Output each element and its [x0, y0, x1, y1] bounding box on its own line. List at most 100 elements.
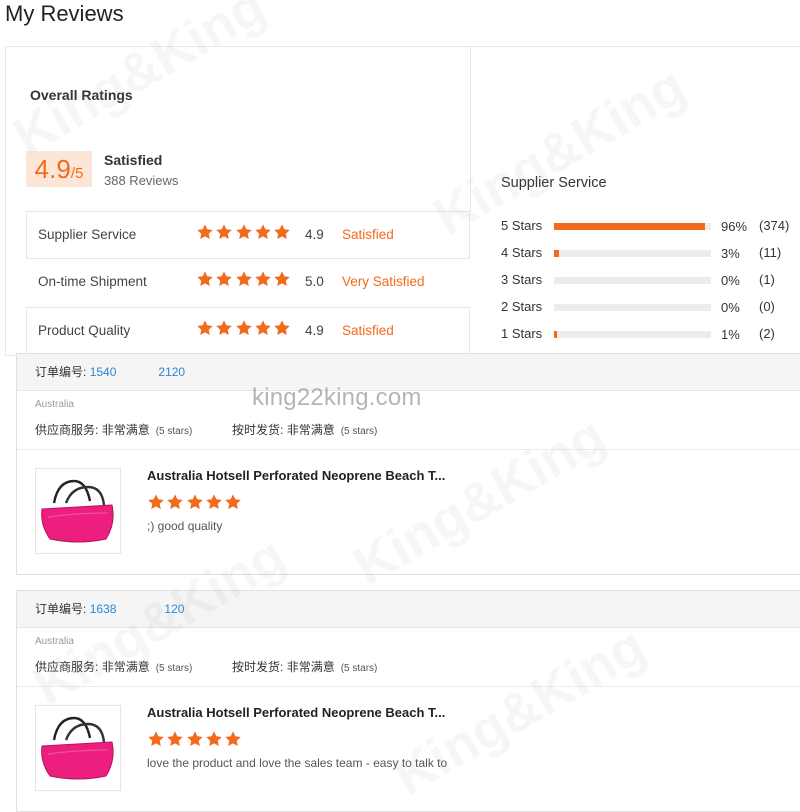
star-icon — [186, 730, 204, 748]
order-meta: Australia 供应商服务: 非常满意 (5 stars) 按时发货: 非常满… — [17, 628, 800, 687]
service-stars: (5 stars) — [155, 426, 193, 437]
buyer-country: Australia — [35, 399, 74, 410]
buyer-country: Australia — [35, 636, 74, 647]
distribution-label: 3 Stars — [501, 272, 543, 287]
overall-score-denominator: /5 — [70, 165, 84, 182]
distribution-percent: 0% — [721, 273, 740, 288]
distribution-row-2-stars: 2 Stars 0% (0) — [501, 298, 800, 325]
distribution-row-3-stars: 3 Stars 0% (1) — [501, 271, 800, 298]
star-icon — [224, 730, 242, 748]
distribution-row-1-stars: 1 Stars 1% (2) — [501, 325, 800, 352]
distribution-percent: 1% — [721, 327, 740, 342]
page-title: My Reviews — [5, 1, 124, 26]
star-icon — [235, 223, 253, 241]
star-icon — [166, 493, 184, 511]
neoprene-bag-image — [41, 716, 114, 780]
rating-value: 4.9 — [305, 227, 324, 242]
order-number-link[interactable]: 1540 2120 — [90, 365, 185, 379]
star-rating — [196, 319, 292, 337]
ship-label: 按时发货: — [232, 423, 284, 437]
distribution-row-4-stars: 4 Stars 3% (11) — [501, 244, 800, 271]
ship-value: 非常满意 — [286, 423, 335, 437]
distribution-count: (374) — [759, 218, 790, 233]
star-icon — [224, 493, 242, 511]
star-icon — [205, 493, 223, 511]
order-number-end: 2120 — [158, 365, 186, 379]
star-icon — [235, 319, 253, 337]
site-watermark: king22king.com — [252, 384, 422, 411]
distribution-label: 1 Stars — [501, 326, 543, 341]
rating-row-supplier-service[interactable]: Supplier Service 4.9 Satisfied — [26, 211, 470, 259]
distribution-bar — [554, 331, 711, 338]
overall-ratings-panel: Overall Ratings 4.9/5 Satisfied 388 Revi… — [5, 46, 800, 356]
rating-label: Supplier Service — [38, 227, 137, 242]
product-title-link[interactable]: Australia Hotsell Perforated Neoprene Be… — [147, 705, 445, 720]
supplier-service-rating: 供应商服务: 非常满意 (5 stars) — [35, 421, 192, 438]
review-count: 388 Reviews — [104, 173, 179, 188]
ship-stars: (5 stars) — [340, 663, 378, 674]
overall-score-badge: 4.9/5 — [26, 151, 92, 187]
star-icon — [254, 319, 272, 337]
distribution-count: (1) — [759, 272, 775, 287]
star-icon — [205, 730, 223, 748]
star-distribution: 5 Stars 96% (374) 4 Stars 3% (11) 3 Star… — [501, 217, 800, 352]
product-star-rating — [147, 493, 243, 511]
star-icon — [166, 730, 184, 748]
service-label: 供应商服务: — [35, 423, 99, 437]
distribution-percent: 0% — [721, 300, 740, 315]
distribution-label: 4 Stars — [501, 245, 543, 260]
ship-stars: (5 stars) — [340, 426, 378, 437]
order-number-label: 订单编号: — [35, 365, 87, 379]
overall-status: Satisfied — [104, 152, 163, 168]
rating-row-on-time-shipment[interactable]: On-time Shipment 5.0 Very Satisfied — [26, 258, 470, 308]
star-icon — [196, 319, 214, 337]
star-icon — [147, 493, 165, 511]
ship-value: 非常满意 — [286, 660, 335, 674]
service-value: 非常满意 — [101, 660, 150, 674]
star-rating — [196, 223, 292, 241]
product-thumbnail[interactable] — [35, 468, 121, 554]
star-icon — [215, 223, 233, 241]
star-icon — [186, 493, 204, 511]
order-number-link[interactable]: 1638 120 — [90, 602, 185, 616]
neoprene-bag-image — [41, 479, 114, 543]
star-icon — [196, 270, 214, 288]
order-review-card: 订单编号: 1638 120 Australia 供应商服务: 非常满意 (5 st… — [16, 590, 800, 812]
star-icon — [254, 270, 272, 288]
overall-ratings-heading: Overall Ratings — [30, 87, 133, 103]
supplier-service-rating: 供应商服务: 非常满意 (5 stars) — [35, 658, 192, 675]
rating-value: 5.0 — [305, 274, 324, 289]
order-product: Australia Hotsell Perforated Neoprene Be… — [17, 687, 800, 811]
distribution-title: Supplier Service — [501, 175, 607, 191]
distribution-count: (2) — [759, 326, 775, 341]
product-title-link[interactable]: Australia Hotsell Perforated Neoprene Be… — [147, 468, 445, 483]
rating-label: Product Quality — [38, 323, 131, 338]
rating-row-product-quality[interactable]: Product Quality 4.9 Satisfied — [26, 307, 470, 355]
product-star-rating — [147, 730, 243, 748]
distribution-row-5-stars: 5 Stars 96% (374) — [501, 217, 800, 244]
distribution-bar-fill — [554, 250, 559, 257]
distribution-bar — [554, 277, 711, 284]
service-value: 非常满意 — [101, 423, 150, 437]
service-label: 供应商服务: — [35, 660, 99, 674]
order-number-start: 1540 — [89, 365, 117, 379]
star-icon — [215, 319, 233, 337]
shipment-rating: 按时发货: 非常满意 (5 stars) — [232, 658, 377, 675]
distribution-bar-fill — [554, 331, 558, 338]
star-icon — [235, 270, 253, 288]
distribution-label: 2 Stars — [501, 299, 543, 314]
order-header: 订单编号: 1638 120 — [17, 591, 800, 628]
distribution-label: 5 Stars — [501, 218, 543, 233]
rating-value: 4.9 — [305, 323, 324, 338]
shipment-rating: 按时发货: 非常满意 (5 stars) — [232, 421, 377, 438]
star-icon — [273, 270, 291, 288]
order-number-end: 120 — [164, 602, 185, 616]
distribution-percent: 3% — [721, 246, 740, 261]
distribution-bar — [554, 304, 711, 311]
distribution-bar — [554, 250, 711, 257]
divider — [470, 47, 471, 212]
distribution-count: (11) — [759, 245, 782, 260]
product-thumbnail[interactable] — [35, 705, 121, 791]
star-icon — [147, 730, 165, 748]
rating-label: On-time Shipment — [38, 274, 147, 289]
